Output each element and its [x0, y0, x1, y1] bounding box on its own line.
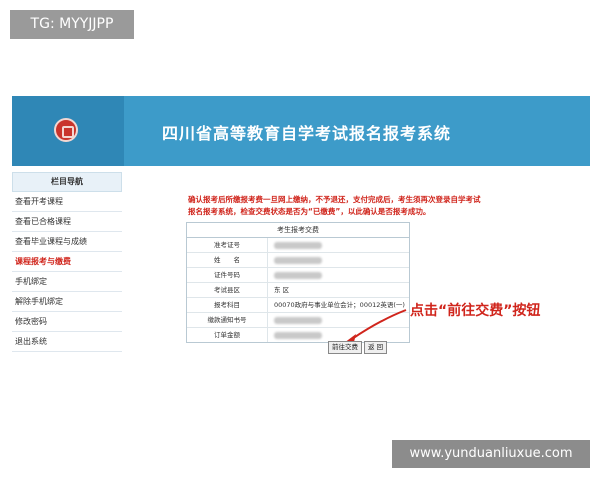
form-label: 姓 名 [187, 253, 268, 267]
annotation-arrow-icon [344, 309, 407, 343]
form-value [268, 238, 322, 252]
form-label: 证件号码 [187, 268, 268, 282]
form-label: 考试县区 [187, 283, 268, 297]
logo-icon [54, 118, 78, 142]
back-button[interactable]: 返 回 [364, 341, 388, 354]
redacted-value [274, 241, 322, 249]
redacted-value [274, 331, 322, 339]
sidebar-item-logout[interactable]: 退出系统 [12, 332, 122, 352]
watermark-top: TG: MYYJJPP [10, 10, 134, 39]
form-label: 报考科目 [187, 298, 268, 312]
form-label: 缴款通知书号 [187, 313, 268, 327]
form-row: 姓 名 [187, 253, 409, 268]
logo-area [12, 96, 124, 166]
form-value [268, 313, 322, 327]
form-row: 准考证号 [187, 238, 409, 253]
notice-line-1: 确认报考后所缴报考费一旦网上缴纳，不予退还，支付完成后，考生须再次登录自学考试 [188, 195, 481, 204]
form-value [268, 253, 322, 267]
sidebar: 栏目导航 查看开考课程 查看已合格课程 查看毕业课程与成绩 课程报考与缴费 手机… [12, 172, 122, 352]
form-value [268, 268, 322, 282]
payment-notice: 确认报考后所缴报考费一旦网上缴纳，不予退还，支付完成后，考生须再次登录自学考试 … [188, 194, 508, 218]
form-title: 考生报考交费 [187, 223, 409, 238]
form-label: 准考证号 [187, 238, 268, 252]
form-row: 证件号码 [187, 268, 409, 283]
redacted-value [274, 271, 322, 279]
sidebar-item-bind-phone[interactable]: 手机绑定 [12, 272, 122, 292]
form-row: 考试县区 东 区 [187, 283, 409, 298]
sidebar-item-passed-courses[interactable]: 查看已合格课程 [12, 212, 122, 232]
pay-button[interactable]: 前往交费 [328, 341, 362, 354]
annotation-text: 点击“前往交费”按钮 [410, 303, 541, 319]
form-label: 订单金额 [187, 328, 268, 342]
sidebar-item-register-pay[interactable]: 课程报考与缴费 [12, 252, 122, 272]
sidebar-item-graduation-scores[interactable]: 查看毕业课程与成绩 [12, 232, 122, 252]
sidebar-item-open-courses[interactable]: 查看开考课程 [12, 192, 122, 212]
sidebar-item-unbind-phone[interactable]: 解除手机绑定 [12, 292, 122, 312]
redacted-value [274, 316, 322, 324]
site-header: 四川省高等教育自学考试报名报考系统 [12, 96, 590, 166]
sidebar-heading: 栏目导航 [12, 172, 122, 192]
watermark-bottom: www.yunduanliuxue.com [392, 440, 590, 468]
sidebar-item-change-password[interactable]: 修改密码 [12, 312, 122, 332]
form-value: 东 区 [274, 286, 290, 294]
redacted-value [274, 256, 322, 264]
page-title: 四川省高等教育自学考试报名报考系统 [162, 124, 452, 143]
notice-line-2: 报名报考系统，检查交费状态是否为“已缴费”，以此确认是否报考成功。 [188, 207, 431, 216]
button-group: 前往交费 返 回 [328, 341, 388, 354]
form-value [268, 328, 322, 342]
